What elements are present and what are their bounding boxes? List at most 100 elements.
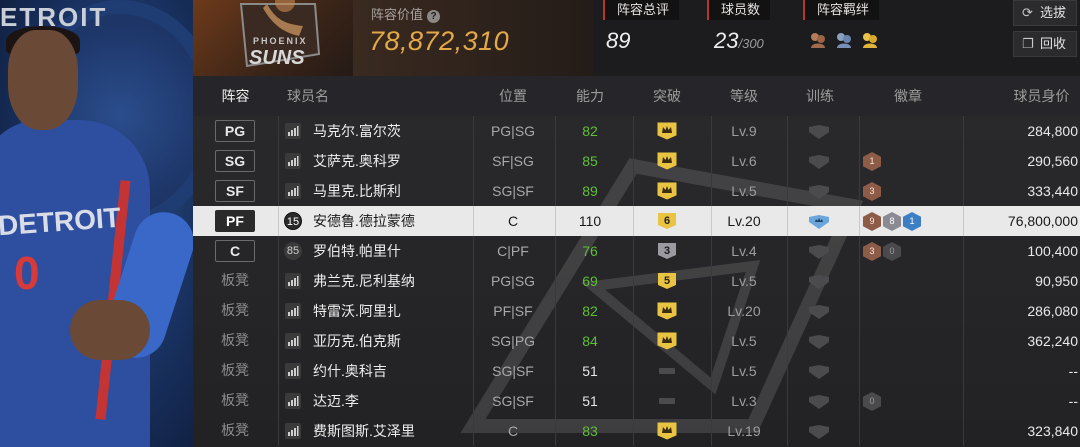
- training-icon[interactable]: [808, 424, 830, 440]
- lineup-slot[interactable]: C: [215, 240, 255, 262]
- bond-gold-icon[interactable]: [860, 30, 880, 50]
- lineup-slot[interactable]: 板凳: [215, 300, 255, 322]
- lineup-slot[interactable]: 板凳: [215, 420, 255, 442]
- training-icon[interactable]: [808, 244, 830, 260]
- player-level: Lv.20: [727, 213, 761, 229]
- player-name[interactable]: 艾萨克.奥科罗: [313, 146, 401, 176]
- breakthrough-badge[interactable]: [657, 332, 677, 350]
- training-icon[interactable]: [808, 364, 830, 380]
- badge-list[interactable]: 1: [863, 152, 881, 171]
- badge-hex-icon[interactable]: 3: [863, 182, 881, 201]
- badge-list[interactable]: 30: [863, 242, 901, 261]
- player-name[interactable]: 罗伯特.帕里什: [313, 236, 401, 266]
- player-name[interactable]: 达迈.李: [313, 386, 359, 416]
- lineup-slot[interactable]: SG: [215, 150, 255, 172]
- table-row[interactable]: 板凳 弗兰克.尼利基纳 PG|SG 69 5 Lv.5 90,950: [193, 266, 1080, 296]
- breakthrough-badge[interactable]: [657, 182, 677, 200]
- training-icon[interactable]: [808, 274, 830, 290]
- player-position: SG|PG: [490, 333, 536, 349]
- badge-list[interactable]: 981: [863, 212, 921, 231]
- player-ability: 69: [582, 273, 598, 289]
- player-value: 333,440: [1027, 183, 1078, 199]
- breakthrough-badge[interactable]: [657, 152, 677, 170]
- column-divider: [963, 236, 964, 266]
- header: PHOENIX SUNS 阵容价值? 78,872,310 阵容总评 89 球员…: [193, 0, 1080, 76]
- refresh-icon: ⟳: [1022, 5, 1033, 20]
- breakthrough-badge[interactable]: 5: [657, 272, 677, 290]
- col-training[interactable]: 训练: [787, 76, 853, 116]
- lineup-slot[interactable]: PG: [215, 120, 255, 142]
- player-name[interactable]: 费斯图斯.艾泽里: [313, 416, 415, 446]
- badge-list[interactable]: 3: [863, 182, 881, 201]
- table-row[interactable]: 板凳 费斯图斯.艾泽里 C 83 Lv.19 323,840: [193, 416, 1080, 446]
- bond-icons[interactable]: [808, 30, 880, 50]
- lineup-slot[interactable]: 板凳: [215, 270, 255, 292]
- breakthrough-badge[interactable]: [657, 122, 677, 140]
- player-name[interactable]: 亚历克.伯克斯: [313, 326, 401, 356]
- table-row[interactable]: 板凳 达迈.李 SG|SF 51 Lv.3 0 --: [193, 386, 1080, 416]
- badge-hex-icon[interactable]: 8: [883, 212, 901, 231]
- col-player-value[interactable]: 球员身价: [1003, 76, 1080, 116]
- training-icon[interactable]: [808, 124, 830, 140]
- help-icon[interactable]: ?: [427, 10, 441, 23]
- player-name[interactable]: 马克尔.富尔茨: [313, 116, 401, 146]
- recycle-button[interactable]: ❐ 回收: [1013, 31, 1077, 57]
- table-row[interactable]: 板凳 约什.奥科吉 SG|SF 51 Lv.5 --: [193, 356, 1080, 386]
- select-button[interactable]: ⟳ 选拔: [1013, 0, 1077, 26]
- breakthrough-badge[interactable]: [657, 362, 677, 380]
- col-badges[interactable]: 徽章: [875, 76, 941, 116]
- table-row[interactable]: PG 马克尔.富尔茨 PG|SG 82 Lv.9 284,800: [193, 116, 1080, 146]
- badge-hex-icon[interactable]: 0: [863, 392, 881, 411]
- breakthrough-badge[interactable]: [657, 392, 677, 410]
- player-name[interactable]: 约什.奥科吉: [313, 356, 387, 386]
- lineup-value: 78,872,310: [369, 26, 510, 56]
- breakthrough-badge[interactable]: 6: [657, 212, 677, 230]
- badge-hex-icon[interactable]: 3: [863, 242, 881, 261]
- roster-table: 阵容 球员名 位置 能力 突破 等级 训练 徽章 球员身价 PG 马克尔.富尔茨 P…: [193, 76, 1080, 447]
- training-icon[interactable]: [808, 214, 830, 230]
- jersey-number: 0: [14, 247, 40, 299]
- column-divider: [787, 176, 788, 206]
- table-row[interactable]: C 85 罗伯特.帕里什 C|PF 76 3 Lv.4 3 0 100,400: [193, 236, 1080, 266]
- lineup-slot[interactable]: SF: [215, 180, 255, 202]
- table-row[interactable]: 板凳 亚历克.伯克斯 SG|PG 84 Lv.5 362,240: [193, 326, 1080, 356]
- table-row[interactable]: PF 15 安德鲁.德拉蒙德 C 110 6 Lv.20 9 8 1 76,800,000: [193, 206, 1080, 236]
- table-row[interactable]: SF 马里克.比斯利 SG|SF 89 Lv.5 3 333,440: [193, 176, 1080, 206]
- training-icon[interactable]: [808, 334, 830, 350]
- table-row[interactable]: SG 艾萨克.奥科罗 SF|SG 85 Lv.6 1 290,560: [193, 146, 1080, 176]
- lineup-bond-block[interactable]: 阵容羁绊: [803, 0, 913, 76]
- col-lineup[interactable]: 阵容: [193, 76, 278, 116]
- player-position: PG|SG: [490, 273, 536, 289]
- badge-hex-icon[interactable]: 9: [863, 212, 881, 231]
- col-breakthrough[interactable]: 突破: [633, 76, 701, 116]
- player-count-value: 23/300: [714, 28, 764, 54]
- training-icon[interactable]: [808, 184, 830, 200]
- col-position[interactable]: 位置: [473, 76, 553, 116]
- player-name[interactable]: 马里克.比斯利: [313, 176, 401, 206]
- lineup-slot[interactable]: PF: [215, 210, 255, 232]
- breakthrough-badge[interactable]: [657, 302, 677, 320]
- bond-silver-icon[interactable]: [834, 30, 854, 50]
- column-divider: [963, 176, 964, 206]
- player-value: 284,800: [1027, 123, 1078, 139]
- breakthrough-badge[interactable]: 3: [657, 242, 677, 260]
- badge-hex-icon[interactable]: 0: [883, 242, 901, 261]
- breakthrough-badge[interactable]: [657, 422, 677, 440]
- table-row[interactable]: 板凳 特雷沃.阿里扎 PF|SF 82 Lv.20 286,080: [193, 296, 1080, 326]
- player-name[interactable]: 弗兰克.尼利基纳: [313, 266, 415, 296]
- badge-hex-icon[interactable]: 1: [863, 152, 881, 171]
- player-name[interactable]: 安德鲁.德拉蒙德: [313, 206, 415, 236]
- col-ability[interactable]: 能力: [555, 76, 625, 116]
- training-icon[interactable]: [808, 304, 830, 320]
- training-icon[interactable]: [808, 154, 830, 170]
- col-player-name[interactable]: 球员名: [278, 76, 338, 116]
- badge-list[interactable]: 0: [863, 392, 881, 411]
- lineup-slot[interactable]: 板凳: [215, 330, 255, 352]
- col-level[interactable]: 等级: [711, 76, 777, 116]
- training-icon[interactable]: [808, 394, 830, 410]
- bond-bronze-icon[interactable]: [808, 30, 828, 50]
- badge-hex-icon[interactable]: 1: [903, 212, 921, 231]
- lineup-slot[interactable]: 板凳: [215, 360, 255, 382]
- lineup-slot[interactable]: 板凳: [215, 390, 255, 412]
- player-name[interactable]: 特雷沃.阿里扎: [313, 296, 401, 326]
